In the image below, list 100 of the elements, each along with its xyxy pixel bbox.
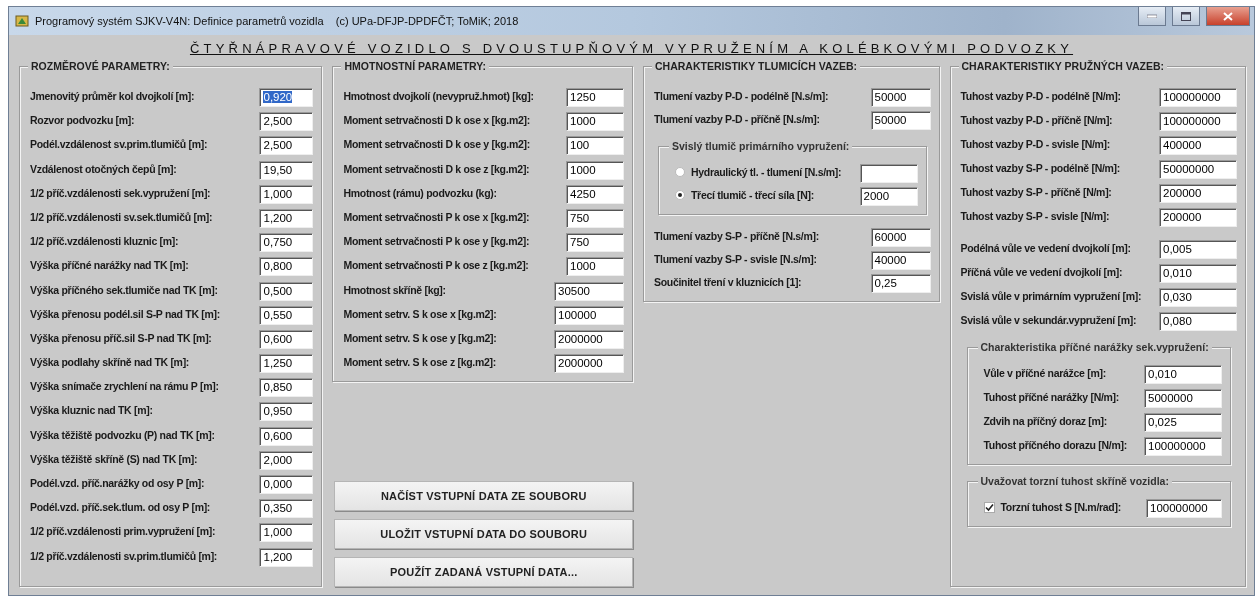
input-field[interactable]: 0,025 [1144,413,1222,432]
input-field[interactable]: 100000 [554,305,624,325]
input-field[interactable]: 0,350 [259,499,314,519]
input-field[interactable]: 50000 [870,111,931,130]
input-field[interactable]: 0,010 [1159,264,1237,283]
close-icon [1223,11,1233,21]
field-label: Výška těžiště skříně (S) nad TK [m]: [30,452,198,465]
input-field[interactable]: 400000 [1159,136,1237,155]
input-field[interactable]: 0,850 [259,378,314,398]
action-button[interactable]: ULOŽIT VSTUPNÍ DATA DO SOUBORU [334,519,633,549]
field-label: Výška přenosu příč.sil S-P nad TK [m]: [30,331,212,344]
maximize-icon [1181,11,1191,21]
field-label: Tlumení vazby S-P - příčně [N.s/m]: [654,230,819,242]
field-label: Moment setrv. S k ose y [kg.m2]: [343,331,497,344]
field-label: Moment setrvačnosti D k ose x [kg.m2]: [343,114,530,127]
input-field[interactable]: 0,500 [259,281,314,301]
field-label: Výška přenosu podél.sil S-P nad TK [m]: [30,307,220,320]
minimize-icon [1147,14,1157,18]
maximize-button[interactable] [1172,7,1200,26]
input-field[interactable]: 750 [566,208,624,228]
form-heading: ČTYŘNÁPRAVOVÉ VOZIDLO S DVOUSTUPŇOVÝM VYPRUŽENÍM A KOLÉBKOVÝMI PODVOZKY [188,40,1075,58]
input-field[interactable]: 100000000 [1144,437,1222,456]
field-label: Tuhost vazby S-P - podélně [N/m]: [960,162,1120,174]
input-field[interactable]: 0,25 [870,274,931,293]
field-label: Rozvor podvozku [m]: [30,114,135,127]
input-field[interactable]: 100000000 [1146,499,1222,518]
input-field[interactable]: 1,000 [259,184,314,204]
input-field[interactable]: 50000 [870,88,931,107]
field-label: Výška příčného sek.tlumiče nad TK [m]: [30,283,218,296]
input-field[interactable]: 2,500 [259,136,314,156]
input-field[interactable]: 2000000 [554,354,624,374]
field-label: Podél.vzdálenost sv.prim.tlumičů [m]: [30,138,208,151]
input-field[interactable] [859,164,918,183]
field-label: Tuhost vazby S-P - svisle [N/m]: [960,210,1110,222]
input-field[interactable]: 19,50 [259,160,314,180]
input-field[interactable]: 30500 [554,281,624,301]
field-label: Moment setrv. S k ose x [kg.m2]: [343,307,497,320]
input-field[interactable]: 4250 [566,184,624,204]
checkbox[interactable] [983,501,995,513]
input-field[interactable]: 0,600 [259,329,314,349]
field-label: Svislá vůle v primárním vypružení [m]: [960,290,1142,302]
input-field[interactable]: 100000000 [1159,88,1237,107]
input-field[interactable]: 0,080 [1159,312,1237,331]
input-field[interactable]: 2,500 [259,112,314,132]
input-field[interactable]: 0,750 [259,233,314,253]
panel-title: ROZMĚROVÉ PARAMETRY: [28,60,173,72]
input-field[interactable]: 0,010 [1144,365,1222,384]
field-label: Tuhost příčného dorazu [N/m]: [983,439,1127,451]
input-field[interactable]: 750 [566,233,624,253]
input-field[interactable]: 2,000 [259,450,314,470]
field-label: Tuhost vazby P-D - příčně [N/m]: [960,114,1113,126]
input-field[interactable]: 1,000 [259,523,314,543]
input-field[interactable]: 1,200 [259,547,314,567]
input-field[interactable]: 1000 [566,112,624,132]
input-field[interactable]: 200000 [1159,184,1237,203]
input-field[interactable]: 0,005 [1159,240,1237,259]
field-label: Výška příčné narážky nad TK [m]: [30,259,189,272]
input-field[interactable]: 0,000 [259,475,314,494]
field-label: Zdvih na příčný doraz [m]: [983,415,1107,427]
action-button[interactable]: NAČÍST VSTUPNÍ DATA ZE SOUBORU [334,481,633,511]
field-label: Výška podlahy skříně nad TK [m]: [30,356,190,369]
input-field[interactable]: 40000 [870,251,931,270]
field-label: Hmotnost (rámu) podvozku (kg): [343,186,497,199]
panel-title: HMOTNOSTNÍ PARAMETRY: [341,60,490,72]
input-field[interactable]: 1000 [566,257,624,277]
action-button[interactable]: POUŽÍT ZADANÁ VSTUPNÍ DATA... [334,557,633,587]
input-field[interactable]: 50000000 [1159,160,1237,179]
field-label: Svislá vůle v sekundár.vypružení [m]: [960,314,1137,326]
field-label: Jmenovitý průměr kol dvojkolí [m]: [30,90,195,102]
input-field[interactable]: 2000000 [554,329,624,349]
field-label: Výška kluznic nad TK [m]: [30,404,153,417]
input-field[interactable]: 0,950 [259,402,314,422]
input-field[interactable]: 0,030 [1159,288,1237,307]
input-field[interactable]: 0,920 [259,88,314,107]
app-icon [15,14,29,28]
input-field[interactable]: 0,800 [259,257,314,277]
input-field[interactable]: 200000 [1159,208,1237,227]
input-field[interactable]: 0,600 [259,426,314,446]
group-title: Charakteristika příčné narážky sek.vypružení: [977,341,1212,353]
input-field[interactable]: 5000000 [1144,389,1222,408]
input-field[interactable]: 1000 [566,160,624,180]
group-title: Svislý tlumič primárního vypružení: [669,140,853,152]
radio-button[interactable] [675,190,685,200]
field-label: Příčná vůle ve vedení dvojkolí [m]: [960,266,1123,278]
input-field[interactable]: 100000000 [1159,112,1237,131]
radio-button[interactable] [675,167,685,177]
input-field[interactable]: 100 [566,136,624,156]
input-field[interactable]: 1250 [566,88,624,107]
close-button[interactable] [1206,7,1250,26]
input-field[interactable]: 1,250 [259,354,314,374]
input-field[interactable]: 0,550 [259,305,314,325]
field-label: Moment setrvačnosti D k ose z [kg.m2]: [343,162,530,175]
field-label: Tlumení vazby P-D - příčně [N.s/m]: [654,113,820,125]
group-title: Uvažovat torzní tuhost skříně vozidla: [977,475,1172,487]
field-label: 1/2 příč.vzdálenosti sv.sek.tlumičů [m]: [30,210,213,223]
input-field[interactable]: 1,200 [259,208,314,228]
field-label: Výška těžiště podvozku (P) nad TK [m]: [30,428,215,441]
input-field[interactable]: 2000 [859,187,918,206]
minimize-button[interactable] [1138,7,1166,26]
input-field[interactable]: 60000 [870,228,931,247]
